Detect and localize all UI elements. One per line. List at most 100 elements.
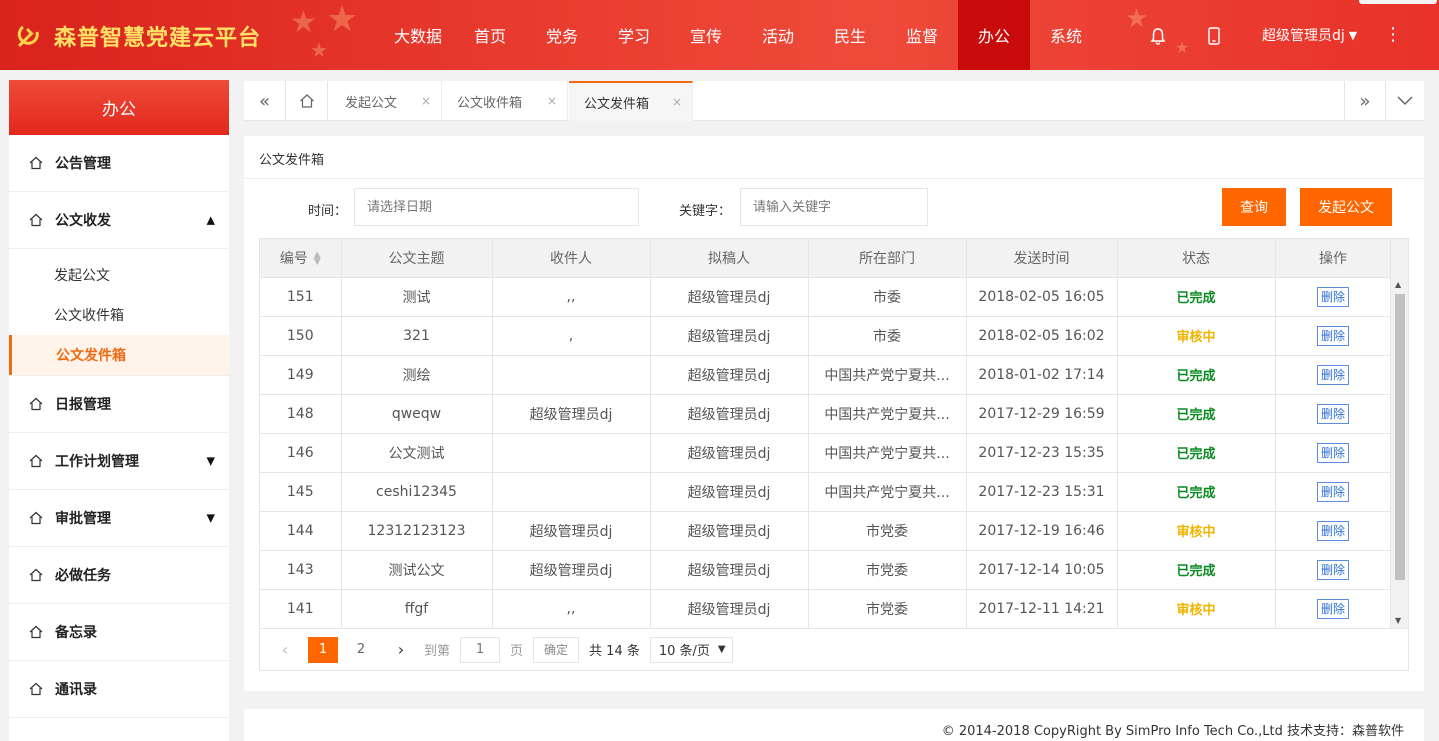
delete-button[interactable]: 删除 [1316, 325, 1349, 346]
bell-icon[interactable] [1148, 26, 1168, 46]
cell-id: 143 [260, 550, 342, 590]
cell-id: 151 [260, 277, 342, 317]
goto-page-input[interactable]: 1 [460, 636, 501, 663]
column-header-subject: 公文主题 [341, 239, 493, 278]
mobile-icon[interactable] [1204, 26, 1224, 46]
delete-button[interactable]: 删除 [1316, 598, 1349, 619]
sidebar-item-label: 日报管理 [55, 397, 111, 413]
next-page-icon[interactable]: › [386, 637, 416, 663]
sidebar-item-approval[interactable]: 审批管理 ▼ [9, 490, 229, 547]
delete-button[interactable]: 删除 [1316, 442, 1349, 463]
scrollbar-thumb[interactable] [1395, 294, 1405, 580]
close-icon[interactable]: × [421, 94, 431, 108]
tab-outbox[interactable]: 公文发件箱 × [569, 81, 693, 121]
home-outline-icon [29, 568, 43, 582]
nav-item-bigdata[interactable]: 大数据 [382, 0, 454, 70]
delete-button[interactable]: 删除 [1316, 481, 1349, 502]
delete-button[interactable]: 删除 [1316, 403, 1349, 424]
cell-drafter: 超级管理员dj [650, 355, 809, 395]
sidebar-item-work-plan[interactable]: 工作计划管理 ▼ [9, 433, 229, 490]
sidebar-item-announcements[interactable]: 公告管理 [9, 135, 229, 192]
nav-item-livelihood[interactable]: 民生 [814, 0, 886, 70]
tab-inbox[interactable]: 公文收件箱 × [442, 81, 568, 121]
delete-button[interactable]: 删除 [1316, 286, 1349, 307]
cell-recipient: ,, [492, 277, 651, 317]
status-badge: 审核中 [1176, 603, 1216, 618]
tab-label: 公文发件箱 [584, 96, 650, 112]
sidebar-title: 办公 [9, 80, 229, 135]
cell-actions: 删除 [1275, 589, 1392, 628]
sidebar-item-daily-report[interactable]: 日报管理 [9, 376, 229, 433]
hammer-sickle-icon [14, 21, 44, 51]
home-tab-icon[interactable] [286, 81, 328, 121]
star-decoration-icon: ★ [1175, 38, 1190, 57]
goto-confirm-button[interactable]: 确定 [533, 636, 580, 663]
sort-icon[interactable]: ▲ ▼ [314, 250, 321, 266]
cell-drafter: 超级管理员dj [650, 550, 809, 590]
copyright-text: © 2014-2018 CopyRight By SimPro Info Tec… [941, 724, 1404, 739]
table-row: 144 12312123123 超级管理员dj 超级管理员dj 市党委 2017-12-1… [260, 511, 1392, 551]
app-logo[interactable]: 森普智慧党建云平台 [14, 19, 261, 53]
star-decoration-icon: ★ [326, 0, 359, 40]
nav-item-system[interactable]: 系统 [1030, 0, 1102, 70]
cell-subject: qweqw [341, 394, 493, 434]
page-1-button[interactable]: 1 [308, 636, 338, 663]
column-header-id[interactable]: 编号 ▲ ▼ [260, 239, 342, 278]
nav-item-office[interactable]: 办公 [958, 0, 1030, 70]
keyword-input[interactable] [740, 188, 928, 226]
nav-item-publicity[interactable]: 宣传 [670, 0, 742, 70]
nav-item-party-affairs[interactable]: 党务 [526, 0, 598, 70]
delete-button[interactable]: 删除 [1316, 520, 1349, 541]
sidebar-item-label: 工作计划管理 [55, 454, 139, 470]
cell-status: 审核中 [1117, 589, 1276, 628]
tab-scroll-left-icon[interactable]: « [244, 81, 286, 121]
tab-menu-chevron-down-icon[interactable] [1384, 81, 1426, 121]
sidebar-item-contacts[interactable]: 通讯录 [9, 661, 229, 718]
home-outline-icon [29, 156, 43, 170]
sidebar-item-required-tasks[interactable]: 必做任务 [9, 547, 229, 604]
home-outline-icon [29, 625, 43, 639]
nav-item-study[interactable]: 学习 [598, 0, 670, 70]
page-size-select[interactable]: 10 条/页 ▼ [649, 636, 733, 663]
cell-department: 市党委 [808, 511, 967, 551]
cell-recipient: 超级管理员dj [492, 511, 651, 551]
tab-create-document[interactable]: 发起公文 × [330, 81, 442, 121]
user-menu[interactable]: 超级管理员dj ▼ [1262, 25, 1357, 45]
home-outline-icon [29, 682, 43, 696]
table-row: 146 公文测试 超级管理员dj 中国共产党宁夏共... 2017-12-23 15:3… [260, 433, 1392, 473]
cell-recipient: 超级管理员dj [492, 394, 651, 434]
nav-item-home[interactable]: 首页 [454, 0, 526, 70]
scroll-down-icon[interactable]: ▼ [1395, 616, 1401, 625]
nav-item-supervision[interactable]: 监督 [886, 0, 958, 70]
prev-page-icon[interactable]: ‹ [270, 637, 300, 663]
status-badge: 审核中 [1176, 525, 1216, 540]
close-icon[interactable]: × [547, 94, 557, 108]
cell-status: 已完成 [1117, 355, 1276, 395]
cell-subject: 321 [341, 316, 493, 356]
create-document-button[interactable]: 发起公文 [1300, 188, 1392, 226]
close-icon[interactable]: × [672, 95, 682, 109]
cell-id: 148 [260, 394, 342, 434]
more-vertical-icon[interactable]: ⋮ [1384, 24, 1402, 45]
delete-button[interactable]: 删除 [1316, 559, 1349, 580]
cell-id: 144 [260, 511, 342, 551]
cell-recipient: ,, [492, 589, 651, 628]
tab-scroll-right-icon[interactable]: » [1344, 81, 1386, 121]
sidebar-subitem-create-document[interactable]: 发起公文 [9, 255, 229, 295]
date-input[interactable] [354, 188, 639, 226]
scroll-up-icon[interactable]: ▲ [1395, 280, 1401, 289]
delete-button[interactable]: 删除 [1316, 364, 1349, 385]
cell-send-time: 2017-12-23 15:35 [966, 433, 1118, 473]
sidebar-item-documents[interactable]: 公文收发 ▲ [9, 192, 229, 249]
page-2-button[interactable]: 2 [346, 637, 376, 663]
sidebar-subitem-inbox[interactable]: 公文收件箱 [9, 295, 229, 335]
cell-department: 中国共产党宁夏共... [808, 472, 967, 512]
table-scrollbar[interactable]: ▲ ▼ [1390, 277, 1408, 628]
cell-send-time: 2018-02-05 16:02 [966, 316, 1118, 356]
cell-id: 149 [260, 355, 342, 395]
sidebar-item-memo[interactable]: 备忘录 [9, 604, 229, 661]
cell-id: 150 [260, 316, 342, 356]
nav-item-activity[interactable]: 活动 [742, 0, 814, 70]
query-button[interactable]: 查询 [1222, 188, 1286, 226]
sidebar-subitem-outbox[interactable]: 公文发件箱 [9, 335, 229, 375]
